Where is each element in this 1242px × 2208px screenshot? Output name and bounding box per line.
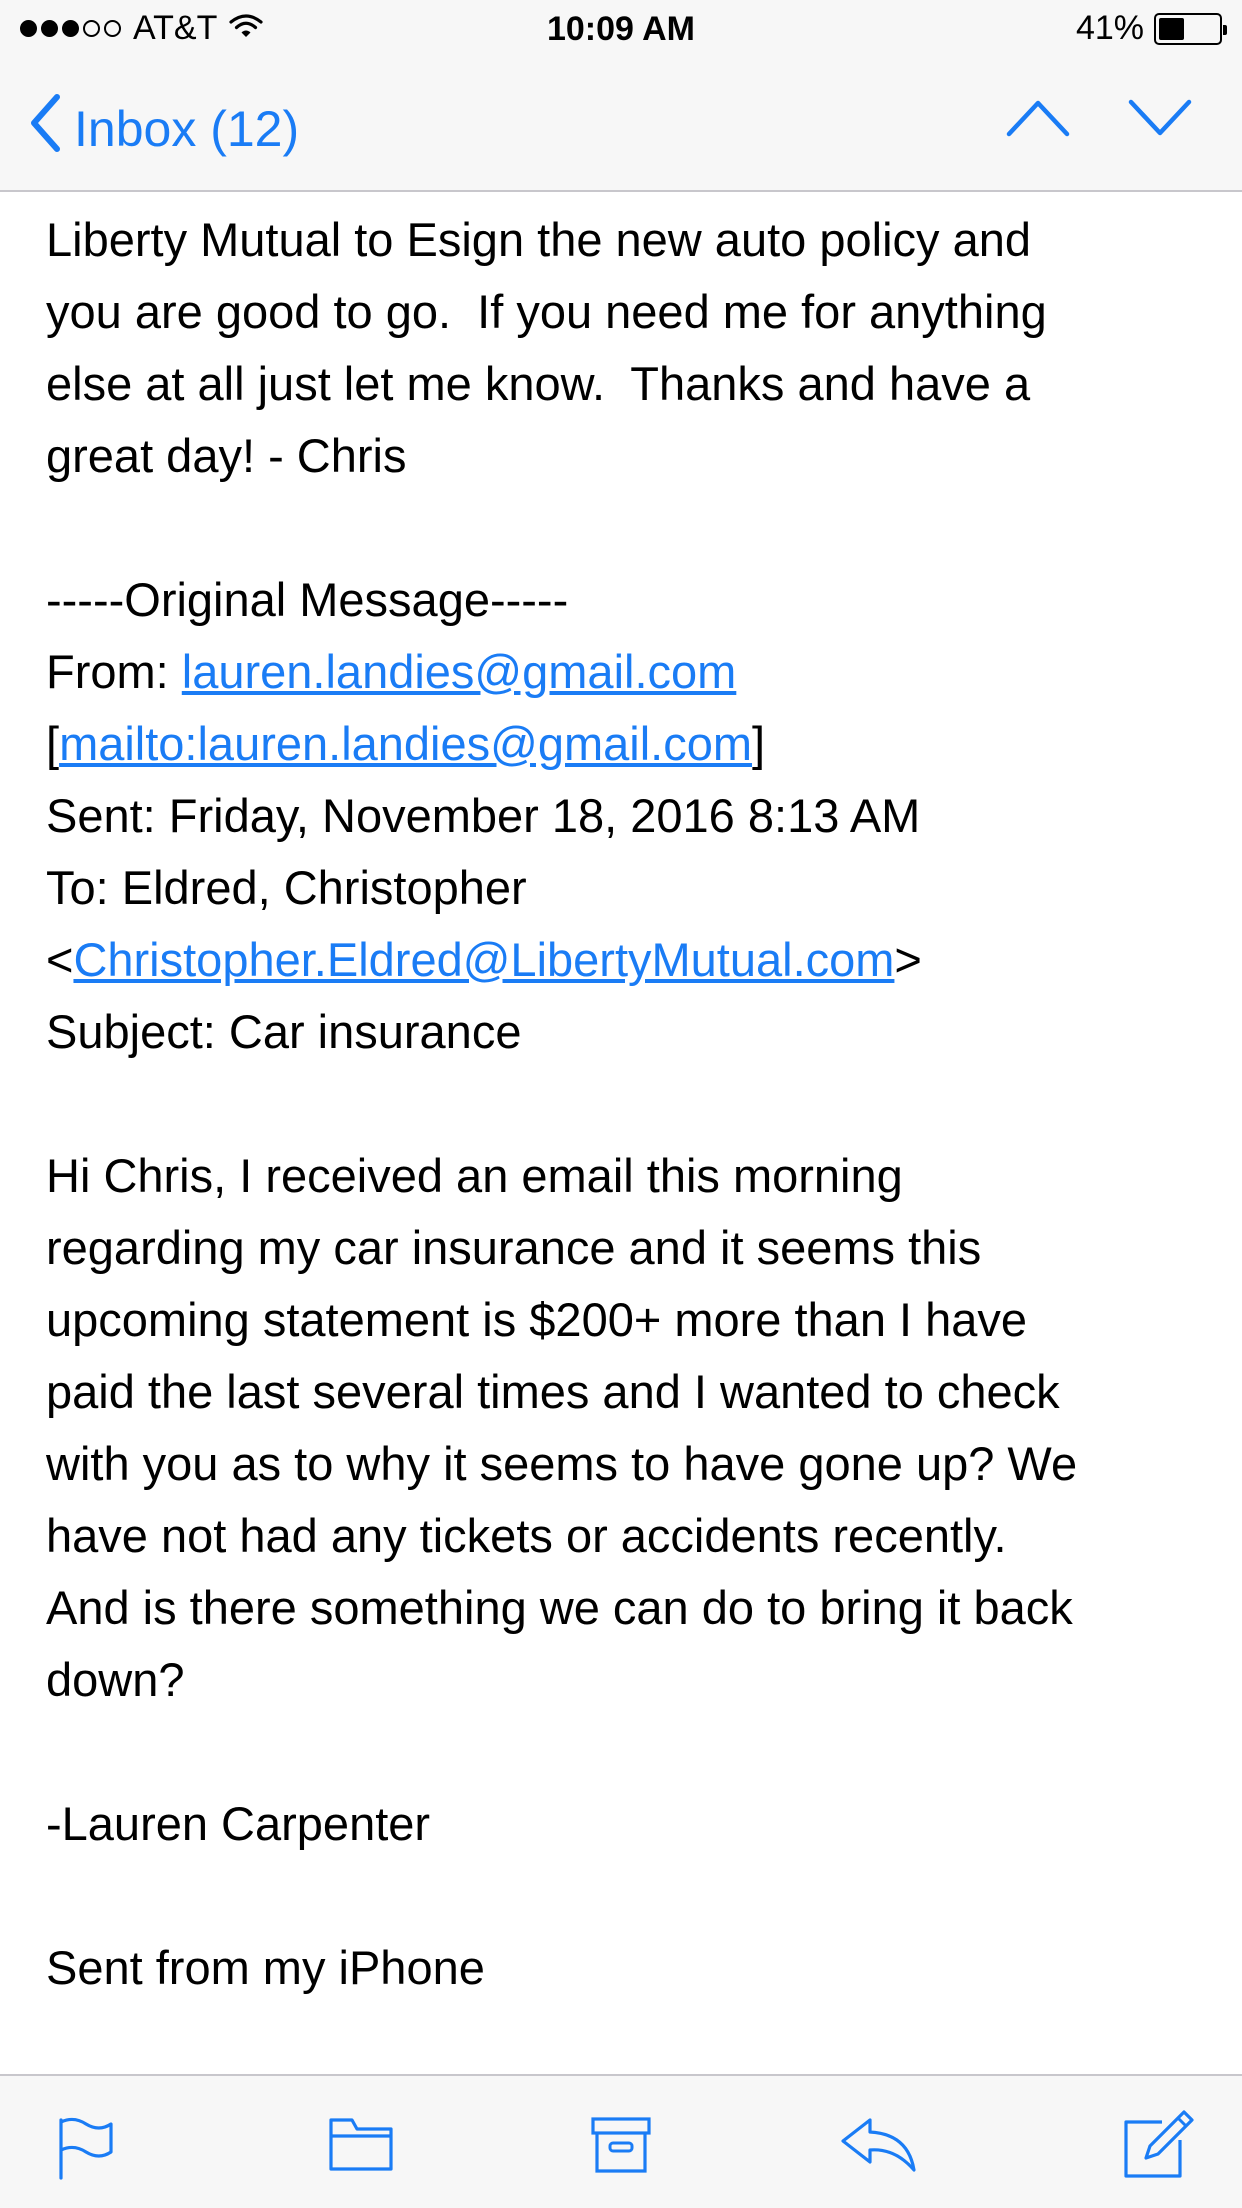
chevron-left-icon bbox=[30, 94, 60, 164]
reply-icon bbox=[840, 2118, 918, 2178]
signature: -Lauren Carpenter bbox=[46, 1797, 431, 1850]
mailto-line: [mailto:lauren.landies@gmail.com] bbox=[46, 708, 1206, 780]
battery-nub bbox=[1223, 24, 1227, 35]
archive-icon bbox=[590, 2117, 652, 2178]
body-line: down? bbox=[46, 1653, 185, 1706]
back-button-label: Inbox (12) bbox=[74, 101, 300, 157]
body-line: have not had any tickets or accidents re… bbox=[46, 1509, 1007, 1562]
previous-message-button[interactable] bbox=[1006, 98, 1070, 143]
sent-line: Sent: Friday, November 18, 2016 8:13 AM bbox=[46, 789, 921, 842]
body-line: And is there something we can do to brin… bbox=[46, 1581, 1073, 1634]
body-line: paid the last several times and I wanted… bbox=[46, 1365, 1060, 1418]
bottom-toolbar bbox=[0, 2074, 1242, 2208]
partial-top-line: new ID Cards. Please look out for an ema… bbox=[46, 192, 1206, 204]
intro-line: Liberty Mutual to Esign the new auto pol… bbox=[46, 213, 1031, 266]
subject-line: Subject: Car insurance bbox=[46, 1005, 522, 1058]
message-content[interactable]: new ID Cards. Please look out for an ema… bbox=[0, 192, 1242, 2074]
flag-icon bbox=[56, 2117, 116, 2184]
status-right: 41% bbox=[1075, 9, 1227, 48]
compose-button[interactable] bbox=[1122, 2108, 1196, 2185]
body-line: with you as to why it seems to have gone… bbox=[46, 1437, 1078, 1490]
from-prefix: From: bbox=[46, 645, 182, 698]
move-to-folder-button[interactable] bbox=[328, 2116, 394, 2177]
intro-line: else at all just let me know. Thanks and… bbox=[46, 357, 1031, 410]
original-message-header: -----Original Message----- bbox=[46, 573, 569, 626]
battery-level-fill bbox=[1159, 17, 1184, 40]
flag-button[interactable] bbox=[56, 2116, 116, 2185]
inbox-back-button[interactable]: Inbox (12) bbox=[30, 94, 299, 164]
reply-button[interactable] bbox=[840, 2116, 918, 2179]
body-line: Hi Chris, I received an email this morni… bbox=[46, 1149, 903, 1202]
from-email-link[interactable]: lauren.landies@gmail.com bbox=[182, 645, 737, 698]
clock-time: 10:09 AM bbox=[546, 10, 696, 48]
intro-line: you are good to go. If you need me for a… bbox=[46, 285, 1047, 338]
sent-from-footer: Sent from my iPhone bbox=[46, 1941, 485, 1994]
compose-icon bbox=[1122, 2110, 1196, 2184]
archive-button[interactable] bbox=[590, 2116, 652, 2179]
angle-open: < bbox=[46, 933, 74, 986]
next-message-button[interactable] bbox=[1128, 98, 1192, 143]
chevron-down-icon bbox=[1128, 98, 1192, 143]
body-line: regarding my car insurance and it seems … bbox=[46, 1221, 982, 1274]
message-body: new ID Cards. Please look out for an ema… bbox=[46, 192, 1206, 2004]
bracket-open: [ bbox=[46, 717, 60, 770]
to-email-line: <Christopher.Eldred@LibertyMutual.com> bbox=[46, 924, 1206, 996]
intro-line: great day! - Chris bbox=[46, 429, 407, 482]
angle-close: > bbox=[894, 933, 922, 986]
to-email-link[interactable]: Christopher.Eldred@LibertyMutual.com bbox=[73, 933, 894, 986]
from-line: From: lauren.landies@gmail.com bbox=[46, 636, 1206, 708]
status-bar: AT&T 10:09 AM 41% bbox=[0, 0, 1242, 60]
message-nav-arrows bbox=[1006, 98, 1192, 143]
body-line: upcoming statement is $200+ more than I … bbox=[46, 1293, 1028, 1346]
bracket-close: ] bbox=[752, 717, 766, 770]
folder-icon bbox=[328, 2118, 394, 2176]
to-line: To: Eldred, Christopher bbox=[46, 861, 527, 914]
mailto-link[interactable]: mailto:lauren.landies@gmail.com bbox=[59, 717, 752, 770]
nav-bar: Inbox (12) bbox=[0, 60, 1242, 192]
battery-percent: 41% bbox=[1075, 9, 1144, 47]
chevron-up-icon bbox=[1006, 98, 1070, 143]
battery-icon bbox=[1154, 12, 1227, 45]
